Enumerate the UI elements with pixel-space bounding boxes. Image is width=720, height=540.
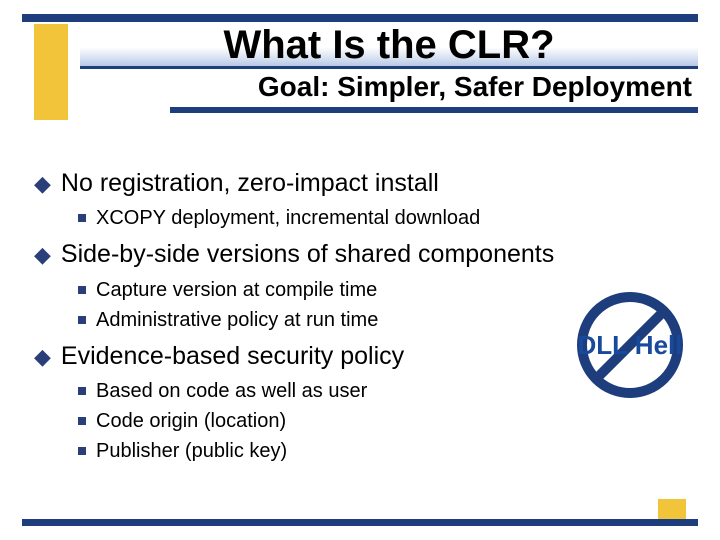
bottom-accent-block — [658, 499, 686, 519]
bullet-1-text: No registration, zero-impact install — [61, 168, 439, 199]
bullet-2-sub-1-text: Capture version at compile time — [96, 277, 377, 303]
diamond-bullet-icon: ◆ — [34, 170, 51, 198]
dll-hell-text: DLL Hell — [560, 330, 700, 361]
square-bullet-icon — [78, 214, 86, 222]
bullet-2-text: Side-by-side versions of shared componen… — [61, 239, 554, 270]
accent-block — [34, 24, 68, 120]
top-rule — [22, 14, 698, 22]
bullet-3-text: Evidence-based security policy — [61, 341, 404, 372]
title-area: What Is the CLR? Goal: Simpler, Safer De… — [80, 24, 698, 113]
square-bullet-icon — [78, 417, 86, 425]
square-bullet-icon — [78, 316, 86, 324]
bullet-3-sub-3: Publisher (public key) — [78, 438, 690, 464]
bullet-3-sub-2-text: Code origin (location) — [96, 408, 286, 434]
diamond-bullet-icon: ◆ — [34, 343, 51, 371]
slide-subtitle: Goal: Simpler, Safer Deployment — [80, 69, 698, 107]
bullet-3-sub-2: Code origin (location) — [78, 408, 690, 434]
diamond-bullet-icon: ◆ — [34, 241, 51, 269]
bullet-1: ◆ No registration, zero-impact install — [34, 168, 690, 199]
bullet-3-sub-3-text: Publisher (public key) — [96, 438, 287, 464]
dll-hell-callout: DLL Hell — [560, 290, 700, 400]
bottom-rule — [22, 519, 698, 526]
bullet-3-sub-1-text: Based on code as well as user — [96, 378, 367, 404]
bullet-1-sub-1-text: XCOPY deployment, incremental download — [96, 205, 480, 231]
bullet-1-sub-1: XCOPY deployment, incremental download — [78, 205, 690, 231]
square-bullet-icon — [78, 447, 86, 455]
slide-title: What Is the CLR? — [80, 24, 698, 69]
square-bullet-icon — [78, 387, 86, 395]
bullet-2-sub-2-text: Administrative policy at run time — [96, 307, 378, 333]
subtitle-rule — [170, 107, 698, 113]
bullet-2: ◆ Side-by-side versions of shared compon… — [34, 239, 690, 270]
square-bullet-icon — [78, 286, 86, 294]
